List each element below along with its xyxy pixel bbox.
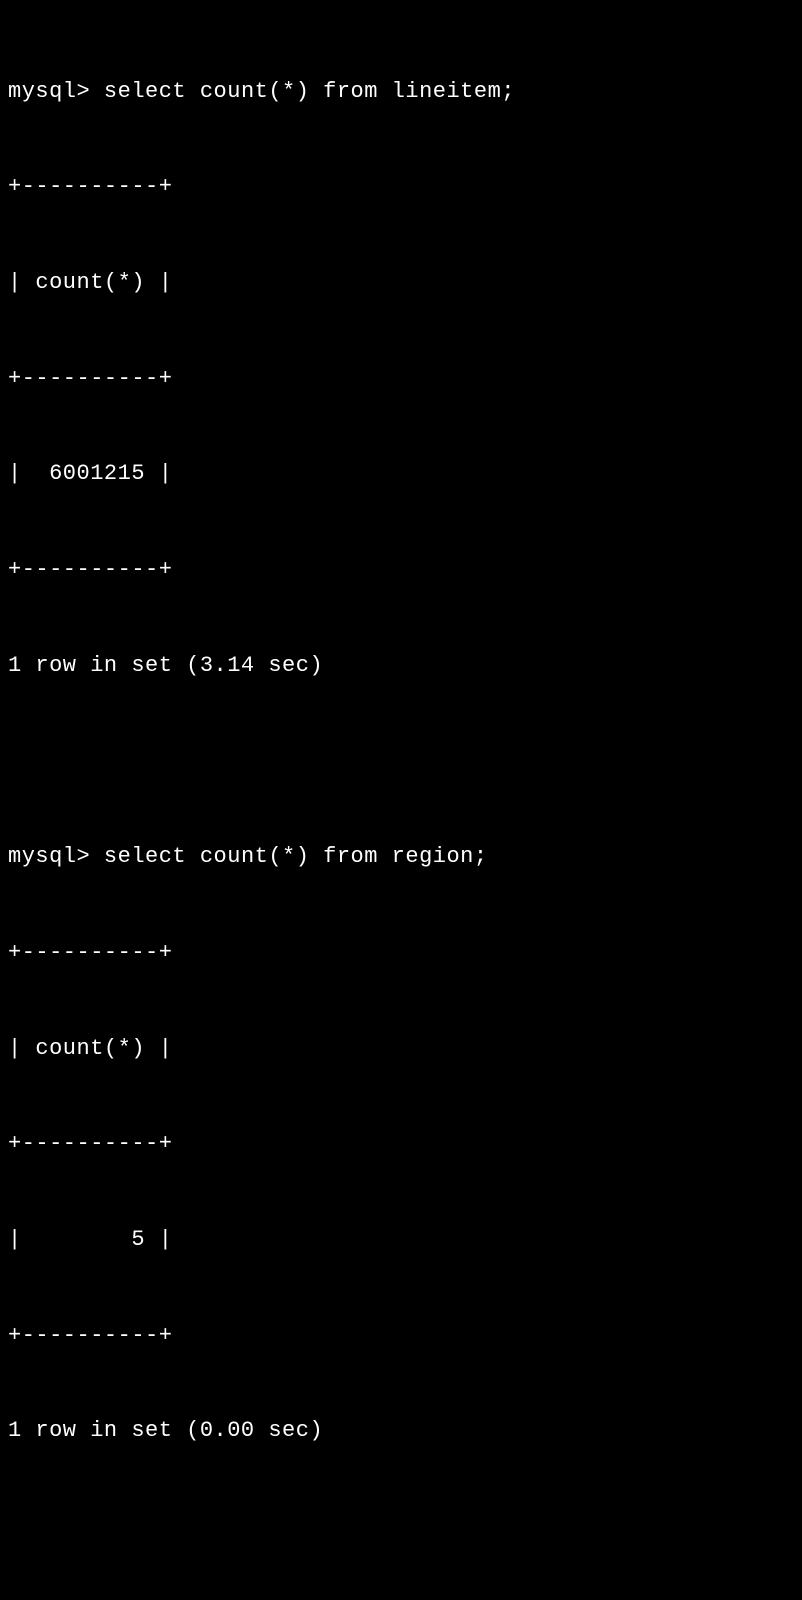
table-border: +----------+: [8, 363, 794, 395]
table-border: +----------+: [8, 1320, 794, 1352]
table-header: | count(*) |: [8, 1033, 794, 1065]
table-border: +----------+: [8, 554, 794, 586]
query-footer: 1 row in set (0.00 sec): [8, 1415, 794, 1447]
query-footer: 1 row in set (3.14 sec): [8, 650, 794, 682]
blank-line: [8, 1511, 794, 1543]
blank-line: [8, 745, 794, 777]
sql-command: select count(*) from region;: [104, 844, 488, 869]
query-line: mysql> select count(*) from region;: [8, 841, 794, 873]
table-border: +----------+: [8, 1128, 794, 1160]
table-header: | count(*) |: [8, 267, 794, 299]
terminal-output: mysql> select count(*) from lineitem; +-…: [8, 12, 794, 1600]
table-row: | 6001215 |: [8, 458, 794, 490]
query-line: mysql> select count(*) from lineitem;: [8, 76, 794, 108]
table-border: +----------+: [8, 171, 794, 203]
table-border: +----------+: [8, 937, 794, 969]
sql-command: select count(*) from lineitem;: [104, 79, 515, 104]
table-row: | 5 |: [8, 1224, 794, 1256]
mysql-prompt: mysql>: [8, 79, 104, 104]
mysql-prompt: mysql>: [8, 844, 104, 869]
